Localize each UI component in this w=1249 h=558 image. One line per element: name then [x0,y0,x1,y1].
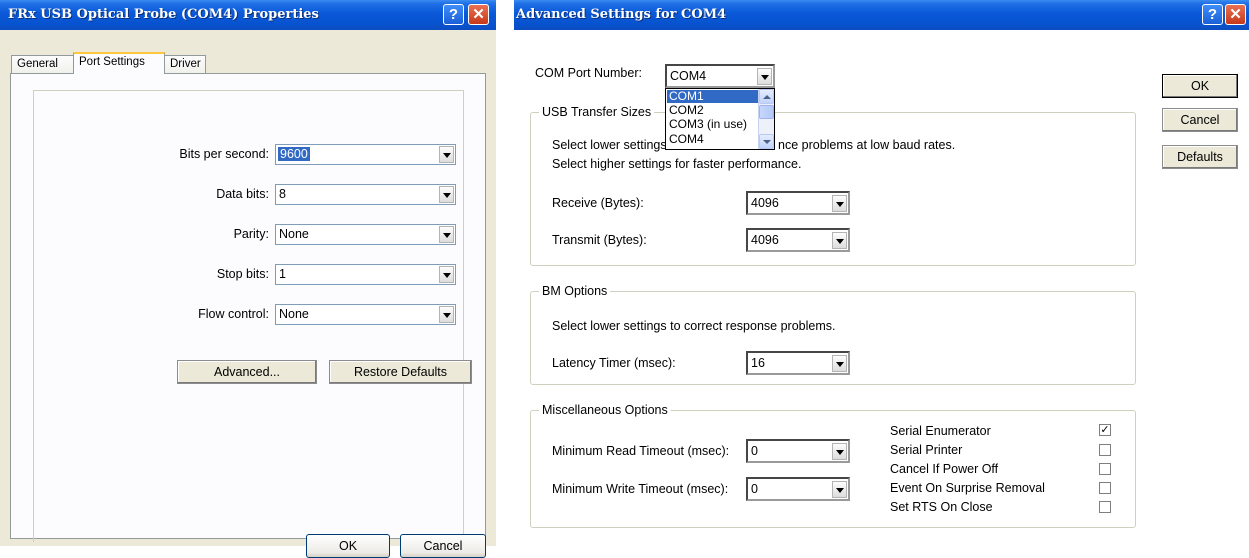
dropdown-scrollbar[interactable] [758,89,774,149]
parity-select[interactable]: None [275,224,456,245]
min-write-timeout-label: Minimum Write Timeout (msec): [552,482,729,496]
scroll-down-icon[interactable] [759,134,774,149]
restore-defaults-button[interactable]: Restore Defaults [329,360,472,384]
scroll-up-icon[interactable] [759,89,774,104]
com-port-value: COM4 [670,69,707,83]
chevron-down-icon[interactable] [832,481,847,498]
flow-control-label: Flow control: [198,307,269,321]
data-bits-label: Data bits: [216,187,269,201]
parity-label: Parity: [233,227,269,241]
latency-timer-label: Latency Timer (msec): [552,356,676,370]
min-write-timeout-select[interactable]: 0 [746,477,850,501]
transmit-bytes-select[interactable]: 4096 [746,228,850,252]
properties-title-bar[interactable]: FRx USB Optical Probe (COM4) Properties … [0,0,496,30]
com-port-option[interactable]: COM2 [667,104,760,117]
data-bits-value: 8 [279,187,286,201]
usb-desc-higher: Select higher settings for faster perfor… [552,157,802,171]
bm-desc: Select lower settings to correct respons… [552,319,836,333]
option-event-on-surprise-removal-label: Event On Surprise Removal [890,481,1045,495]
cancel-button[interactable]: Cancel [400,534,486,558]
bits-per-second-select[interactable]: 9600 [275,144,456,165]
advanced-button[interactable]: Advanced... [177,360,317,384]
scroll-thumb[interactable] [759,105,774,119]
com-port-option[interactable]: COM1 [667,90,760,103]
window-title: Advanced Settings for COM4 [516,7,727,22]
chevron-down-icon[interactable] [757,68,772,85]
advanced-settings-window: Advanced Settings for COM4 ? ✕ COM Port … [514,0,1249,546]
option-serial-enumerator-label: Serial Enumerator [890,424,991,438]
flow-control-value: None [279,307,309,321]
ok-button[interactable]: OK [306,534,390,558]
com-port-label: COM Port Number: [535,66,642,80]
latency-timer-select[interactable]: 16 [746,351,850,375]
defaults-button[interactable]: Defaults [1162,145,1238,169]
stop-bits-select[interactable]: 1 [275,264,456,285]
data-bits-select[interactable]: 8 [275,184,456,205]
chevron-down-icon[interactable] [439,186,454,203]
option-serial-printer-label: Serial Printer [890,443,963,457]
min-read-timeout-value: 0 [751,444,758,458]
chevron-down-icon[interactable] [832,443,847,460]
option-cancel-if-power-off-label: Cancel If Power Off [890,462,999,476]
properties-window: FRx USB Optical Probe (COM4) Properties … [0,0,496,558]
stop-bits-label: Stop bits: [216,267,269,281]
close-icon[interactable]: ✕ [1225,4,1246,25]
usb-transfer-sizes-legend: USB Transfer Sizes [539,105,655,119]
cancel-if-power-off-checkbox[interactable] [1099,463,1111,475]
chevron-down-icon[interactable] [832,355,847,372]
usb-desc-lower-continued: nce problems at low baud rates. [778,138,956,152]
min-read-timeout-select[interactable]: 0 [746,439,850,463]
chevron-down-icon[interactable] [832,232,847,249]
option-set-rts-on-close-label: Set RTS On Close [890,500,993,514]
window-title: FRx USB Optical Probe (COM4) Properties [8,7,319,22]
cancel-button[interactable]: Cancel [1162,108,1238,132]
chevron-down-icon[interactable] [439,226,454,243]
port-settings-panel: Bits per second: 9600 Data bits: 8 Parit… [10,73,486,542]
chevron-down-icon[interactable] [439,306,454,323]
close-icon[interactable]: ✕ [468,4,489,25]
usb-desc-lower: Select lower settings [552,138,667,152]
chevron-down-icon[interactable] [439,146,454,163]
misc-options-legend: Miscellaneous Options [539,403,671,417]
min-write-timeout-value: 0 [751,482,758,496]
serial-printer-checkbox[interactable] [1099,444,1111,456]
advanced-body: COM Port Number: COM4 COM1 COM2 COM3 (in… [514,30,1249,546]
properties-body: General Port Settings Driver Bits per se… [0,30,496,558]
receive-bytes-value: 4096 [751,196,779,210]
receive-bytes-label: Receive (Bytes): [552,196,644,210]
com-port-select[interactable]: COM4 [665,64,775,88]
com-port-option[interactable]: COM4 [667,133,760,146]
advanced-title-bar[interactable]: Advanced Settings for COM4 ? ✕ [514,0,1249,30]
transmit-bytes-label: Transmit (Bytes): [552,233,647,247]
latency-timer-value: 16 [751,356,765,370]
help-icon[interactable]: ? [1202,4,1223,25]
parity-value: None [279,227,309,241]
transmit-bytes-value: 4096 [751,233,779,247]
help-icon[interactable]: ? [443,4,464,25]
ok-button[interactable]: OK [1162,74,1238,98]
chevron-down-icon[interactable] [832,195,847,212]
tab-port-settings[interactable]: Port Settings [73,52,165,74]
com-port-dropdown-list[interactable]: COM1 COM2 COM3 (in use) COM4 [665,88,775,150]
event-on-surprise-removal-checkbox[interactable] [1099,482,1111,494]
misc-options-group: Miscellaneous Options [530,403,1136,528]
chevron-down-icon[interactable] [439,266,454,283]
flow-control-select[interactable]: None [275,304,456,325]
min-read-timeout-label: Minimum Read Timeout (msec): [552,444,730,458]
tab-general[interactable]: General [11,55,74,74]
set-rts-on-close-checkbox[interactable] [1099,501,1111,513]
com-port-option[interactable]: COM3 (in use) [667,118,760,131]
bits-per-second-value: 9600 [278,147,310,161]
serial-enumerator-checkbox[interactable]: ✓ [1099,424,1111,436]
bits-per-second-label: Bits per second: [179,147,269,161]
stop-bits-value: 1 [279,267,286,281]
bm-options-legend: BM Options [539,284,611,298]
tab-driver[interactable]: Driver [164,55,206,74]
receive-bytes-select[interactable]: 4096 [746,191,850,215]
